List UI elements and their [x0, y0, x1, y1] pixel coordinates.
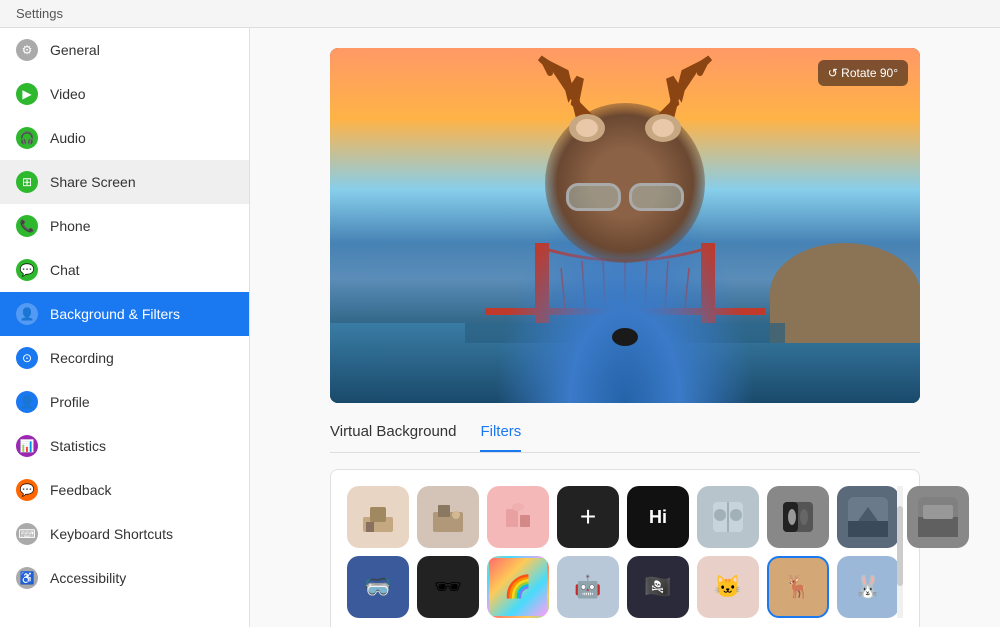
filters-scroll-wrapper: + Hi [347, 486, 903, 618]
accessibility-icon: ♿ [16, 567, 38, 589]
filter-pirate[interactable]: 🏴‍☠️ [627, 556, 689, 618]
sidebar-item-statistics[interactable]: 📊 Statistics [0, 424, 249, 468]
filters-row-1: + Hi [347, 486, 903, 548]
sidebar-item-label: Feedback [50, 482, 111, 498]
sidebar-item-share-screen[interactable]: ⊞ Share Screen [0, 160, 249, 204]
profile-icon: 👤 [16, 391, 38, 413]
deer-filter [475, 48, 775, 153]
filter-pink[interactable] [487, 486, 549, 548]
antlers-svg [475, 48, 775, 148]
audio-icon: 🎧 [16, 127, 38, 149]
filter-landscape2[interactable] [907, 486, 969, 548]
rotate-button[interactable]: ↺ Rotate 90° [818, 60, 908, 86]
hills [770, 243, 920, 343]
background-icon: 👤 [16, 303, 38, 325]
filter-bw[interactable] [767, 486, 829, 548]
sidebar-item-label: Recording [50, 350, 114, 366]
filter-room2[interactable] [417, 486, 479, 548]
filter-add[interactable]: + [557, 486, 619, 548]
sidebar-item-label: General [50, 42, 100, 58]
sidebar-item-background-filters[interactable]: 👤 Background & Filters [0, 292, 249, 336]
filter-robot[interactable]: 🤖 [557, 556, 619, 618]
sidebar-item-phone[interactable]: 📞 Phone [0, 204, 249, 248]
tabs-container: Virtual Background Filters [330, 423, 920, 453]
phone-icon: 📞 [16, 215, 38, 237]
filter-bunny[interactable]: 🐰 [837, 556, 899, 618]
recording-icon: ⊙ [16, 347, 38, 369]
keyboard-icon: ⌨ [16, 523, 38, 545]
sidebar-item-label: Phone [50, 218, 90, 234]
filter-vr[interactable]: 🥽 [347, 556, 409, 618]
filter-landscape1[interactable] [837, 486, 899, 548]
filter-3d[interactable]: 🕶 [417, 556, 479, 618]
sidebar-item-label: Statistics [50, 438, 106, 454]
sidebar-item-profile[interactable]: 👤 Profile [0, 380, 249, 424]
filter-hi[interactable]: Hi [627, 486, 689, 548]
filters-grid-container: + Hi [330, 469, 920, 627]
sidebar-item-video[interactable]: ▶ Video [0, 72, 249, 116]
sidebar-item-audio[interactable]: 🎧 Audio [0, 116, 249, 160]
content-area: ↺ Rotate 90° Virtual Background Filters [250, 28, 1000, 627]
sidebar-item-general[interactable]: ⚙ General [0, 28, 249, 72]
settings-title: Settings [16, 6, 63, 21]
filter-rainbow[interactable]: 🌈 [487, 556, 549, 618]
video-preview: ↺ Rotate 90° [330, 48, 920, 403]
tab-virtual-background[interactable]: Virtual Background [330, 423, 456, 452]
video-icon: ▶ [16, 83, 38, 105]
share-screen-icon: ⊞ [16, 171, 38, 193]
chat-icon: 💬 [16, 259, 38, 281]
video-background [330, 48, 920, 403]
filters-row-2: 🥽 🕶 🌈 🤖 🏴‍☠️ 🐱 [347, 556, 903, 618]
sidebar-item-chat[interactable]: 💬 Chat [0, 248, 249, 292]
tab-filters[interactable]: Filters [480, 423, 521, 452]
sidebar-item-label: Share Screen [50, 174, 136, 190]
sidebar-item-label: Accessibility [50, 570, 126, 586]
statistics-icon: 📊 [16, 435, 38, 457]
filter-cat[interactable]: 🐱 [697, 556, 759, 618]
feedback-icon: 💬 [16, 479, 38, 501]
sidebar-item-label: Chat [50, 262, 80, 278]
sidebar-item-label: Keyboard Shortcuts [50, 526, 173, 542]
sidebar-item-recording[interactable]: ⊙ Recording [0, 336, 249, 380]
sidebar-item-label: Profile [50, 394, 90, 410]
sidebar: ⚙ General ▶ Video 🎧 Audio ⊞ Share Screen… [0, 28, 250, 627]
title-bar: Settings [0, 0, 1000, 28]
sidebar-item-accessibility[interactable]: ♿ Accessibility [0, 556, 249, 600]
main-container: ⚙ General ▶ Video 🎧 Audio ⊞ Share Screen… [0, 28, 1000, 627]
sidebar-item-feedback[interactable]: 💬 Feedback [0, 468, 249, 512]
scrollbar-track [897, 486, 903, 618]
sidebar-item-label: Audio [50, 130, 86, 146]
gear-icon: ⚙ [16, 39, 38, 61]
filter-room1[interactable] [347, 486, 409, 548]
sidebar-item-keyboard-shortcuts[interactable]: ⌨ Keyboard Shortcuts [0, 512, 249, 556]
tabs: Virtual Background Filters [330, 423, 920, 453]
scrollbar-thumb[interactable] [897, 506, 903, 586]
filter-deer[interactable]: 🦌 [767, 556, 829, 618]
sidebar-item-label: Background & Filters [50, 306, 180, 322]
filter-mirror[interactable] [697, 486, 759, 548]
sidebar-item-label: Video [50, 86, 86, 102]
